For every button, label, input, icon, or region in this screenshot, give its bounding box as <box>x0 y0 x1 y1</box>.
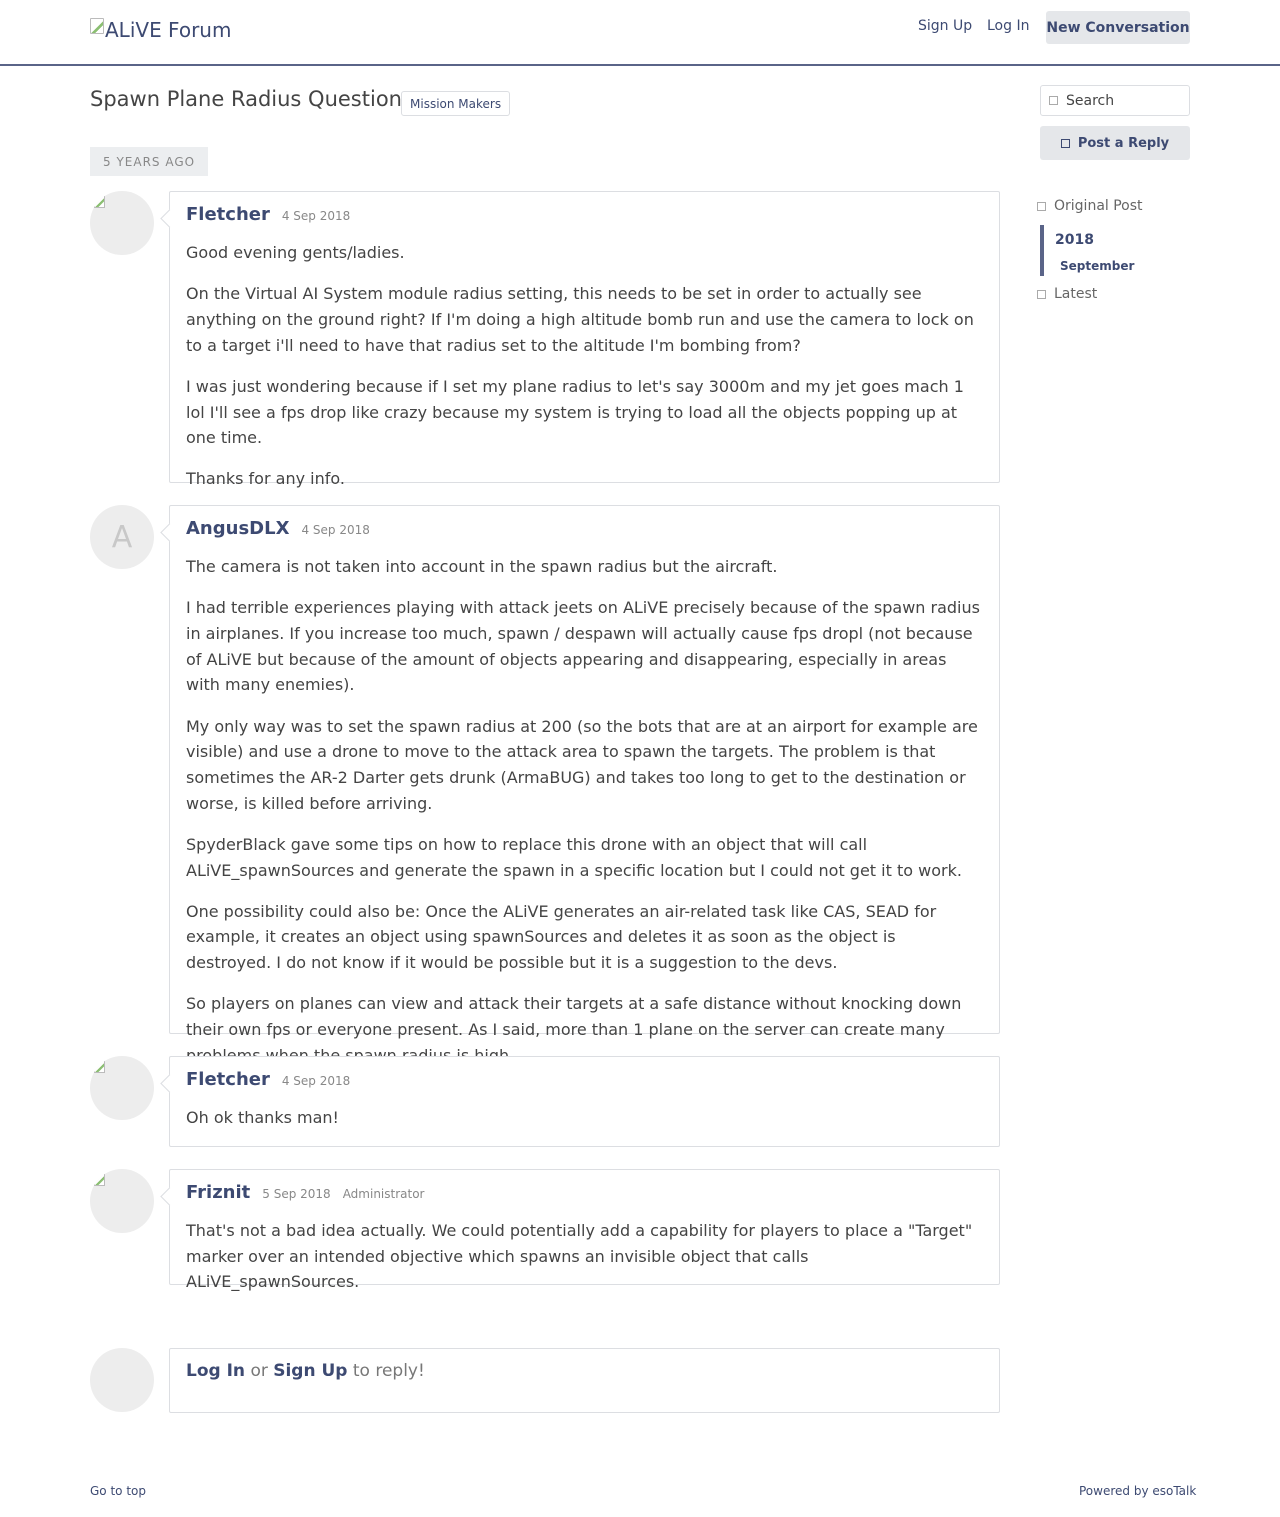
post-paragraph: I had terrible experiences playing with … <box>186 598 980 695</box>
post-header: AngusDLX 4 Sep 2018 <box>186 518 983 546</box>
scrubber-original-post-label: Original Post <box>1054 198 1143 214</box>
broken-image-icon <box>90 18 104 34</box>
time-marker: 5 YEARS AGO <box>90 147 209 176</box>
avatar[interactable] <box>90 1169 154 1233</box>
post-header: Fletcher 4 Sep 2018 <box>186 204 983 232</box>
post-date[interactable]: 5 Sep 2018 <box>262 1187 330 1201</box>
post-paragraph: Thanks for any info. <box>186 469 345 489</box>
broken-image-icon <box>94 1173 105 1186</box>
post-reply-label: Post a Reply <box>1077 135 1170 151</box>
scrubber-original-post[interactable]: Original Post <box>1037 198 1143 214</box>
channel-tag[interactable]: Mission Makers <box>401 91 511 116</box>
reply-avatar <box>90 1348 154 1412</box>
forum-logo[interactable]: ALiVE Forum <box>90 18 231 42</box>
post: Fletcher 4 Sep 2018 Oh ok thanks man! <box>169 1056 1000 1147</box>
arrow-down-icon <box>1037 289 1046 299</box>
post-body: Oh ok thanks man! <box>186 1105 983 1131</box>
post-author[interactable]: Fletcher <box>186 1069 270 1090</box>
reply-icon <box>1060 138 1070 148</box>
post-date[interactable]: 4 Sep 2018 <box>301 523 369 537</box>
post-date[interactable]: 4 Sep 2018 <box>282 209 350 223</box>
post: AngusDLX 4 Sep 2018 The camera is not ta… <box>169 505 1000 1065</box>
post-author[interactable]: AngusDLX <box>186 518 289 539</box>
post-header: Friznit 5 Sep 2018 Administrator <box>186 1182 983 1210</box>
reply-suffix-text: to reply! <box>352 1361 425 1381</box>
reply-prompt: Log In or Sign Up to reply! <box>169 1348 1000 1413</box>
reply-sign-up-link[interactable]: Sign Up <box>273 1361 347 1381</box>
post-author[interactable]: Fletcher <box>186 204 270 225</box>
conversation-title: Spawn Plane Radius Question <box>90 87 402 111</box>
avatar[interactable] <box>90 1056 154 1120</box>
new-conversation-button[interactable]: New Conversation <box>1046 11 1190 44</box>
post-body: The camera is not taken into account in … <box>186 554 983 1068</box>
post-date[interactable]: 4 Sep 2018 <box>282 1074 350 1088</box>
scrubber-latest[interactable]: Latest <box>1037 286 1097 302</box>
post-paragraph: One possibility could also be: Once the … <box>186 901 937 973</box>
reply-log-in-link[interactable]: Log In <box>186 1361 245 1381</box>
scrubber-month[interactable]: September <box>1060 259 1134 273</box>
broken-image-icon <box>94 1060 105 1073</box>
post-paragraph: The camera is not taken into account in … <box>186 557 778 576</box>
post-paragraph: That's not a bad idea actually. We could… <box>186 1221 973 1292</box>
search-icon <box>1049 96 1058 105</box>
post-paragraph: I was just wondering because if I set my… <box>186 376 964 448</box>
search-placeholder: Search <box>1066 92 1115 109</box>
post: Fletcher 4 Sep 2018 Good evening gents/l… <box>169 191 1000 488</box>
avatar[interactable] <box>90 191 154 255</box>
arrow-up-icon <box>1037 201 1046 211</box>
log-in-link[interactable]: Log In <box>987 18 1029 34</box>
post-paragraph: Oh ok thanks man! <box>186 1108 339 1127</box>
scrubber-position-indicator[interactable] <box>1040 225 1044 276</box>
post: Friznit 5 Sep 2018 Administrator That's … <box>169 1169 1000 1291</box>
post-paragraph: Good evening gents/ladies. <box>186 243 405 262</box>
avatar[interactable]: A <box>90 505 154 569</box>
powered-by-link[interactable]: Powered by esoTalk <box>1079 1484 1196 1498</box>
scrubber-year[interactable]: 2018 <box>1055 232 1094 248</box>
post-body: That's not a bad idea actually. We could… <box>186 1218 983 1295</box>
post-paragraph: SpyderBlack gave some tips on how to rep… <box>186 834 962 880</box>
search-input[interactable]: Search <box>1040 85 1190 116</box>
broken-image-icon <box>94 195 105 208</box>
go-to-top-link[interactable]: Go to top <box>90 1484 146 1498</box>
scrubber-latest-label: Latest <box>1054 286 1098 302</box>
post-reply-button[interactable]: Post a Reply <box>1040 126 1190 160</box>
sign-up-link[interactable]: Sign Up <box>918 18 972 34</box>
post-author[interactable]: Friznit <box>186 1182 250 1203</box>
post-paragraph: On the Virtual AI System module radius s… <box>186 284 974 355</box>
post-body: Good evening gents/ladies. On the Virtua… <box>186 240 983 492</box>
site-header: ALiVE Forum Sign Up Log In New Conversat… <box>0 0 1280 66</box>
logo-alt-text: ALiVE Forum <box>105 18 232 42</box>
reply-or-text: or <box>250 1361 268 1381</box>
post-paragraph: My only way was to set the spawn radius … <box>186 716 978 813</box>
post-user-group: Administrator <box>342 1187 425 1201</box>
post-header: Fletcher 4 Sep 2018 <box>186 1069 983 1097</box>
